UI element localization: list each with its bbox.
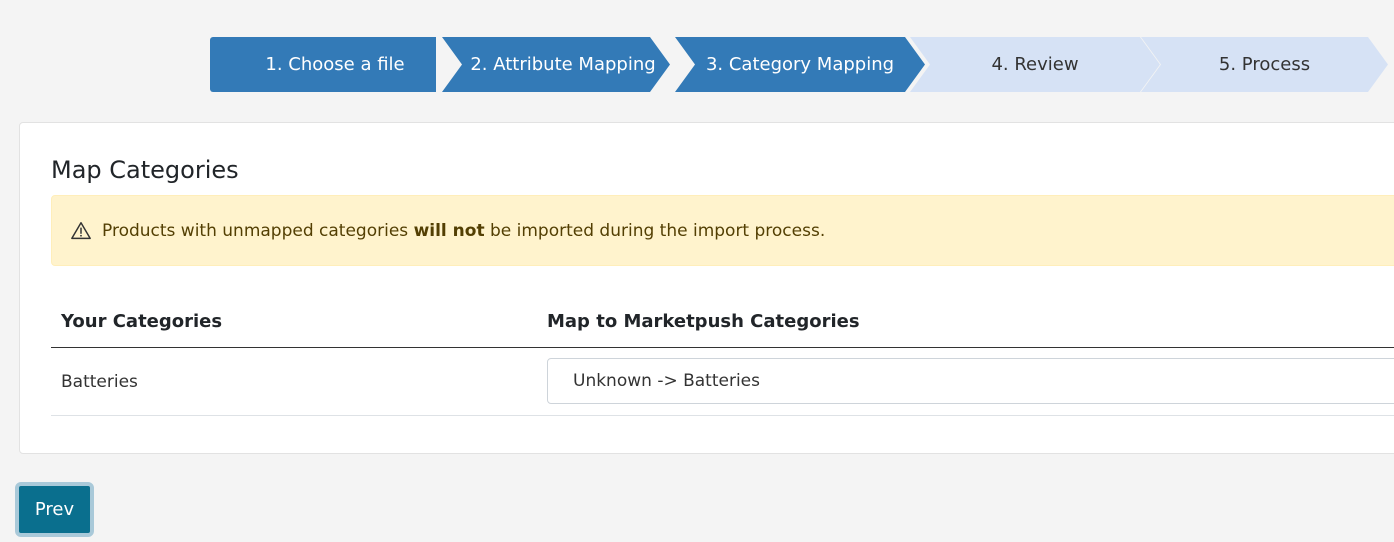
category-name: Batteries	[61, 372, 138, 392]
warning-triangle-icon	[70, 220, 92, 242]
step-process[interactable]: 5. Process	[1141, 37, 1388, 92]
page-title: Map Categories	[51, 156, 239, 184]
table-header-row: Your Categories Map to Marketpush Catego…	[51, 299, 1394, 348]
step-label: 3. Category Mapping	[705, 54, 895, 75]
import-stepper: 1. Choose a file 2. Attribute Mapping 3.…	[210, 37, 1390, 92]
step-label: 5. Process	[1218, 54, 1311, 75]
step-label: 1. Choose a file	[265, 54, 405, 75]
table-row: Batteries Unknown -> Batteries	[51, 348, 1394, 416]
alert-text-before: Products with unmapped categories	[102, 220, 414, 241]
step-label: 2. Attribute Mapping	[470, 54, 656, 75]
select-value: Unknown -> Batteries	[573, 371, 760, 391]
step-choose-file[interactable]: 1. Choose a file	[210, 37, 436, 92]
category-mapping-table: Your Categories Map to Marketpush Catego…	[51, 299, 1394, 416]
step-review[interactable]: 4. Review	[910, 37, 1160, 92]
alert-text-after: be imported during the import process.	[484, 220, 826, 241]
header-your-categories: Your Categories	[61, 311, 223, 332]
prev-button[interactable]: Prev	[15, 482, 94, 537]
step-attribute-mapping[interactable]: 2. Attribute Mapping	[442, 37, 670, 92]
unmapped-warning-alert: Products with unmapped categories will n…	[51, 195, 1394, 266]
map-categories-card: Map Categories Products with unmapped ca…	[19, 122, 1394, 454]
step-category-mapping[interactable]: 3. Category Mapping	[675, 37, 925, 92]
category-mapping-select[interactable]: Unknown -> Batteries	[547, 358, 1394, 404]
alert-text: Products with unmapped categories will n…	[102, 221, 825, 241]
alert-text-bold: will not	[413, 220, 485, 241]
step-label: 4. Review	[991, 54, 1079, 75]
header-map-to-marketpush: Map to Marketpush Categories	[547, 311, 860, 332]
